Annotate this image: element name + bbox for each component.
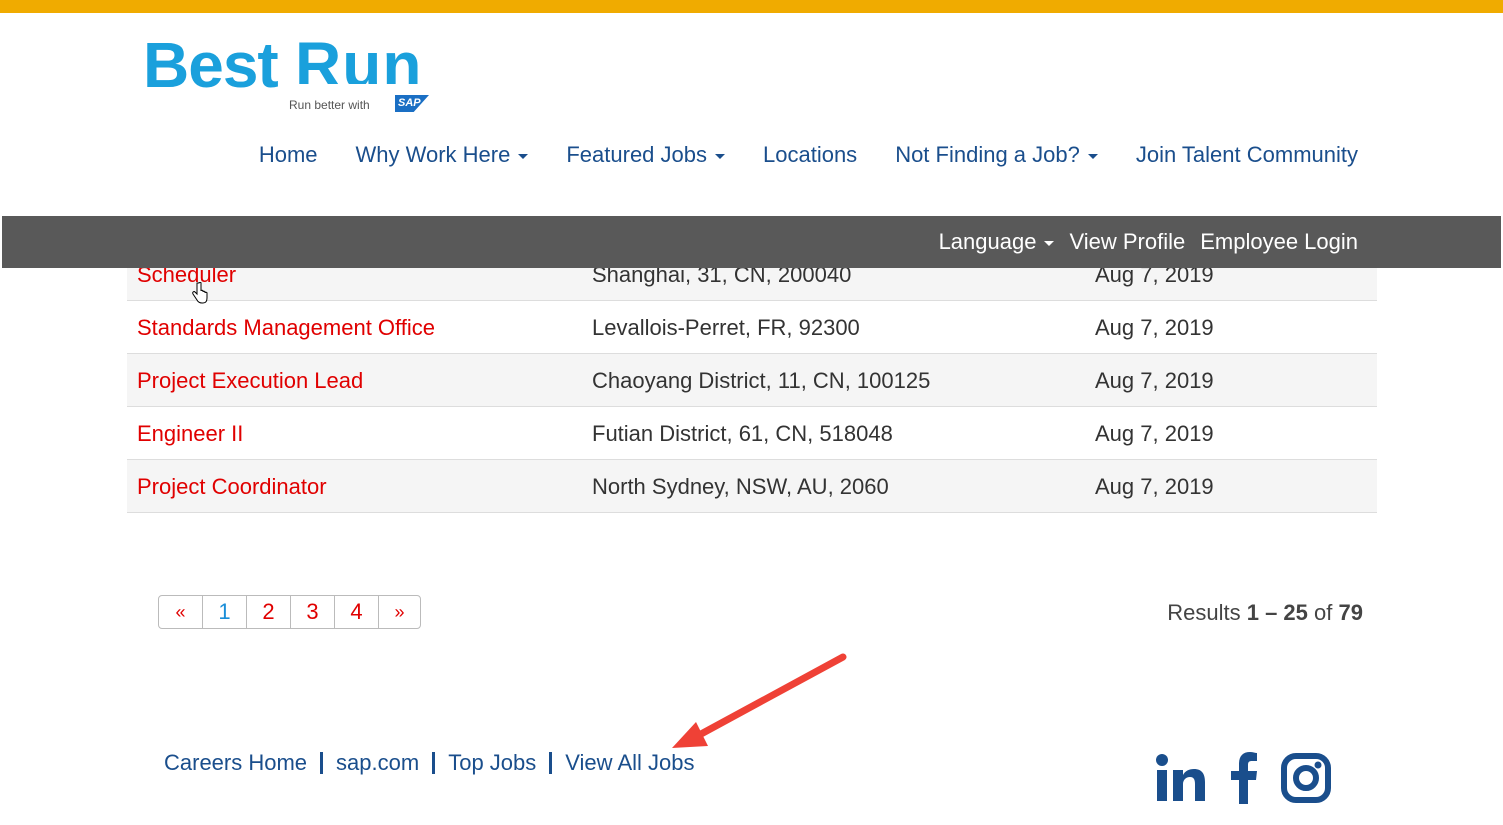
caret-down-icon <box>1087 154 1098 159</box>
utility-nav: Language View Profile Employee Login <box>924 216 1358 268</box>
results-prefix: Results <box>1167 600 1241 625</box>
job-title-link[interactable]: Engineer II <box>137 421 243 447</box>
main-nav: Home Why Work Here Featured Jobs Locatio… <box>221 142 1358 168</box>
utility-bar: Language View Profile Employee Login <box>2 216 1501 268</box>
nav-join-talent-community-label: Join Talent Community <box>1135 142 1358 167</box>
caret-down-icon <box>518 154 529 159</box>
results-total: 79 <box>1338 600 1363 625</box>
language-label: Language <box>938 229 1037 254</box>
facebook-icon[interactable] <box>1229 752 1259 804</box>
job-location: Levallois-Perret, FR, 92300 <box>592 315 860 340</box>
nav-why-work-here[interactable]: Why Work Here <box>356 142 529 168</box>
nav-locations-label: Locations <box>763 142 858 167</box>
pagination-next[interactable]: » <box>379 596 420 628</box>
pagination: « 1 2 3 4 » <box>158 595 421 629</box>
job-date: Aug 7, 2019 <box>1095 474 1214 499</box>
job-title-link[interactable]: Project Execution Lead <box>137 368 363 394</box>
results-count: Results 1 – 25 of 79 <box>1167 600 1363 626</box>
pagination-page-4[interactable]: 4 <box>335 596 379 628</box>
logo-best-text: Best <box>143 29 279 101</box>
table-row: Standards Management Office Levallois-Pe… <box>127 301 1377 354</box>
footer-links: Careers Home sap.com Top Jobs View All J… <box>164 750 694 776</box>
view-profile-link[interactable]: View Profile <box>1069 229 1185 255</box>
hand-pointer-icon <box>192 282 208 304</box>
logo-tagline: Run better with <box>289 98 370 112</box>
footer-divider <box>320 752 324 774</box>
pagination-page-3[interactable]: 3 <box>291 596 335 628</box>
nav-not-finding-job[interactable]: Not Finding a Job? <box>895 142 1098 168</box>
table-row: Project Execution Lead Chaoyang District… <box>127 354 1377 407</box>
nav-featured-jobs[interactable]: Featured Jobs <box>566 142 725 168</box>
instagram-icon[interactable] <box>1281 753 1331 803</box>
nav-join-talent-community[interactable]: Join Talent Community <box>1136 142 1358 168</box>
nav-why-work-here-label: Why Work Here <box>355 142 511 167</box>
footer-careers-home[interactable]: Careers Home <box>164 750 307 776</box>
job-date: Aug 7, 2019 <box>1095 421 1214 446</box>
footer-sap-com[interactable]: sap.com <box>336 750 419 776</box>
social-links <box>1155 752 1331 804</box>
caret-down-icon <box>1044 241 1055 246</box>
nav-locations[interactable]: Locations <box>763 142 857 168</box>
nav-home-label: Home <box>258 142 318 167</box>
annotation-arrow <box>672 653 847 748</box>
pagination-page-2[interactable]: 2 <box>247 596 291 628</box>
results-of: of <box>1314 600 1333 625</box>
job-title-link[interactable]: Project Coordinator <box>137 474 327 500</box>
linkedin-icon[interactable] <box>1155 753 1207 803</box>
jobs-table: Scheduler Shanghai, 31, CN, 200040 Aug 7… <box>127 248 1377 513</box>
nav-not-finding-job-label: Not Finding a Job? <box>895 142 1080 167</box>
footer-top-jobs[interactable]: Top Jobs <box>448 750 536 776</box>
table-row: Engineer II Futian District, 61, CN, 518… <box>127 407 1377 460</box>
language-dropdown[interactable]: Language <box>939 229 1055 255</box>
top-accent-bar <box>0 0 1503 13</box>
nav-featured-jobs-label: Featured Jobs <box>566 142 707 167</box>
job-date: Aug 7, 2019 <box>1095 315 1214 340</box>
results-range: 1 – 25 <box>1246 600 1308 625</box>
sap-logo: SAP <box>395 95 429 112</box>
job-location: North Sydney, NSW, AU, 2060 <box>592 474 889 499</box>
logo-stripe <box>295 84 431 89</box>
nav-home[interactable]: Home <box>259 142 318 168</box>
job-title-link[interactable]: Standards Management Office <box>137 315 435 341</box>
job-location: Futian District, 61, CN, 518048 <box>592 421 893 446</box>
bestrun-logo[interactable]: Best Run Run better with SAP <box>143 32 443 117</box>
job-date: Aug 7, 2019 <box>1095 368 1214 393</box>
caret-down-icon <box>715 154 725 159</box>
pagination-page-1[interactable]: 1 <box>203 596 247 628</box>
pagination-prev[interactable]: « <box>159 596 203 628</box>
table-row: Project Coordinator North Sydney, NSW, A… <box>127 460 1377 513</box>
job-location: Chaoyang District, 11, CN, 100125 <box>592 368 931 393</box>
employee-login-link[interactable]: Employee Login <box>1200 229 1358 255</box>
footer-divider <box>549 752 553 774</box>
footer-divider <box>432 752 436 774</box>
